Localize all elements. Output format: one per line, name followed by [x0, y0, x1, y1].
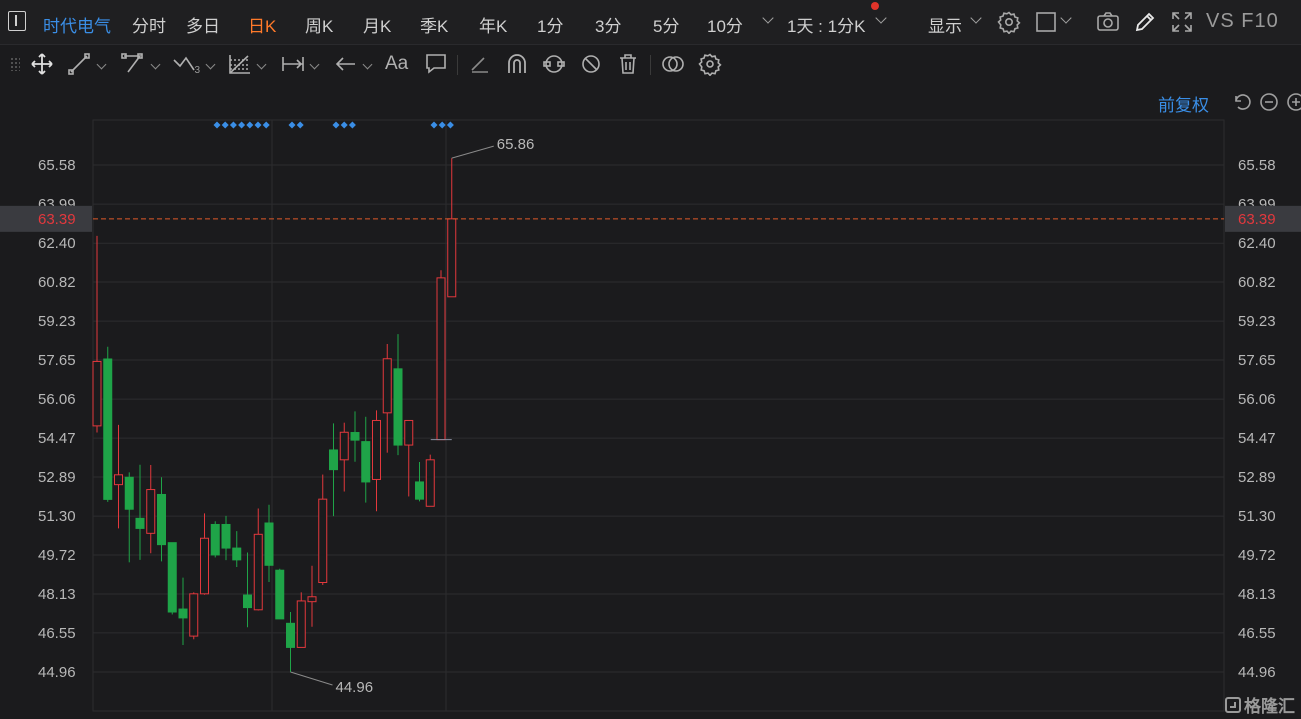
- candle-up[interactable]: [404, 419, 414, 446]
- event-marker-icon[interactable]: [332, 121, 340, 129]
- y-tick-label-right: 54.47: [1238, 430, 1276, 447]
- plot-frame: [92, 119, 1225, 712]
- candle-down[interactable]: [393, 368, 403, 446]
- event-marker-icon[interactable]: [221, 121, 229, 129]
- candle-down[interactable]: [232, 547, 242, 561]
- y-tick-label-right: 56.06: [1238, 391, 1276, 408]
- watermark-text: 格隆汇: [1244, 697, 1295, 716]
- y-tick-label-left: 57.65: [38, 352, 76, 369]
- event-marker-icon[interactable]: [238, 121, 246, 129]
- y-tick-label-left: 48.13: [38, 586, 76, 603]
- y-tick-label-left: 59.23: [38, 313, 76, 330]
- y-tick-label-left: 65.58: [38, 157, 76, 174]
- event-marker-icon[interactable]: [430, 121, 438, 129]
- candle-down[interactable]: [135, 517, 145, 529]
- event-marker-icon[interactable]: [262, 121, 270, 129]
- candle-up[interactable]: [200, 537, 209, 595]
- candle-up[interactable]: [92, 360, 102, 427]
- event-marker-icon[interactable]: [446, 121, 454, 129]
- candle-down[interactable]: [103, 358, 113, 500]
- candle-down[interactable]: [157, 493, 166, 546]
- candle-up[interactable]: [447, 218, 457, 298]
- event-marker-icon[interactable]: [229, 121, 237, 129]
- low-price-label: 44.96: [336, 679, 374, 696]
- candle-up[interactable]: [296, 600, 306, 648]
- event-marker-icon[interactable]: [246, 121, 254, 129]
- y-tick-label-left: 52.89: [38, 469, 76, 486]
- y-tick-label-right: 60.82: [1238, 274, 1276, 291]
- candle-up[interactable]: [372, 419, 381, 480]
- candle-down[interactable]: [167, 542, 177, 613]
- event-marker-icon[interactable]: [213, 121, 221, 129]
- high-price-label: 65.86: [497, 136, 535, 153]
- candle-down[interactable]: [178, 608, 188, 619]
- y-tick-label-left: 44.96: [38, 664, 76, 681]
- y-tick-label-left: 54.47: [38, 430, 76, 447]
- y-tick-label-right: 44.96: [1238, 664, 1276, 681]
- candle-down[interactable]: [286, 622, 295, 648]
- watermark: 格隆汇: [1225, 692, 1295, 717]
- high-pointer-line: [451, 145, 494, 159]
- y-tick-label-left: 49.72: [38, 547, 76, 564]
- low-pointer-line: [290, 671, 333, 686]
- candle-up[interactable]: [307, 596, 317, 603]
- y-tick-label-left: 46.55: [38, 625, 76, 642]
- y-tick-label-left: 56.06: [38, 391, 76, 408]
- candle-up[interactable]: [146, 489, 156, 534]
- event-marker-icon[interactable]: [296, 121, 304, 129]
- candle-up[interactable]: [318, 498, 328, 584]
- y-tick-label-right: 49.72: [1238, 547, 1276, 564]
- candle-down[interactable]: [124, 476, 134, 510]
- candle-up[interactable]: [339, 431, 349, 461]
- candle-down[interactable]: [361, 441, 371, 483]
- candle-up[interactable]: [436, 277, 446, 441]
- candle-up[interactable]: [114, 474, 123, 486]
- candle-up[interactable]: [189, 593, 199, 637]
- candle-down[interactable]: [275, 569, 285, 620]
- event-marker-icon[interactable]: [340, 121, 348, 129]
- y-tick-label-left: 51.30: [38, 508, 76, 525]
- event-marker-icon[interactable]: [254, 121, 262, 129]
- current-price-label-right: 63.39: [1238, 211, 1276, 228]
- candle-down[interactable]: [415, 481, 424, 500]
- y-tick-label-right: 46.55: [1238, 625, 1276, 642]
- y-tick-label-right: 51.30: [1238, 508, 1276, 525]
- event-marker-icon[interactable]: [438, 121, 446, 129]
- y-tick-label-left: 62.40: [38, 235, 76, 252]
- candle-down[interactable]: [329, 449, 338, 471]
- y-tick-label-right: 48.13: [1238, 586, 1276, 603]
- candle-up[interactable]: [253, 533, 263, 611]
- y-tick-label-right: 52.89: [1238, 469, 1276, 486]
- candlestick-chart[interactable]: 65.58 65.5863.99 63.9962.40 62.4060.82 60.82…: [0, 0, 1301, 719]
- y-tick-label-left: 60.82: [38, 274, 76, 291]
- current-price-label-left: 63.39: [38, 211, 76, 228]
- y-tick-label-right: 65.58: [1238, 157, 1276, 174]
- y-tick-label-right: 57.65: [1238, 352, 1276, 369]
- candle-down[interactable]: [264, 522, 274, 566]
- candle-up[interactable]: [382, 358, 392, 414]
- watermark-logo-icon: [1225, 696, 1241, 713]
- candle-down[interactable]: [350, 432, 360, 441]
- candle-down[interactable]: [210, 523, 220, 556]
- event-marker-icon[interactable]: [288, 121, 296, 129]
- event-marker-icon[interactable]: [348, 121, 356, 129]
- y-tick-label-right: 59.23: [1238, 313, 1276, 330]
- candle-up[interactable]: [425, 459, 435, 507]
- candle-down[interactable]: [221, 523, 231, 549]
- y-tick-label-right: 62.40: [1238, 235, 1276, 252]
- candle-down[interactable]: [243, 594, 252, 609]
